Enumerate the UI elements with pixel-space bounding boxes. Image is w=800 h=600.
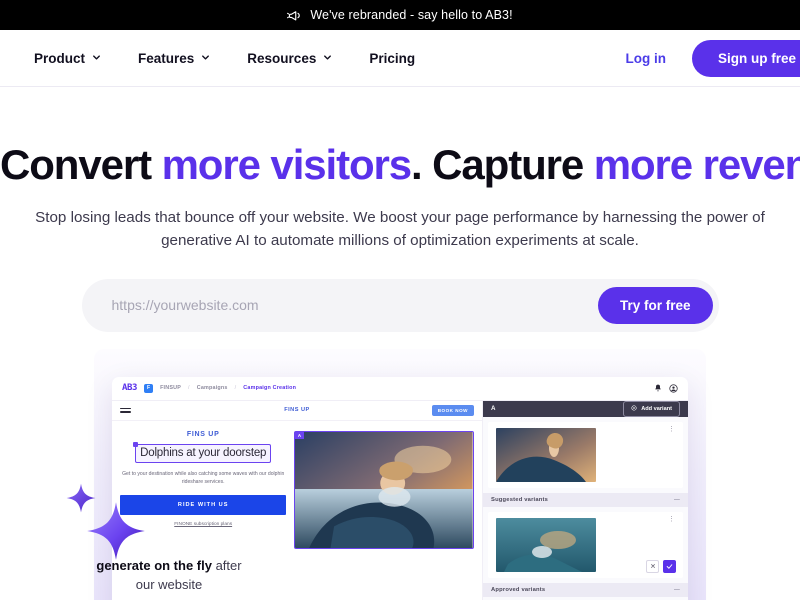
approve-variant-button[interactable]: [663, 559, 676, 573]
nav-item-label: Product: [34, 50, 86, 66]
megaphone-icon: [287, 8, 302, 23]
login-link[interactable]: Log in: [625, 51, 666, 66]
variants-panel: A Add variant ⋮ Suggested variants — ⋮ A…: [483, 400, 688, 600]
nav-item-resources[interactable]: Resources: [247, 51, 333, 66]
url-input-container: Try for free: [81, 278, 719, 332]
main-navigation: Product Features Resources Pricing Log i…: [0, 30, 800, 87]
app-topbar: AB3 F FINSUP / Campaigns / Campaign Crea…: [112, 377, 688, 401]
headline-part-1: Convert: [0, 141, 162, 188]
headline-part-3: . Capture: [411, 141, 594, 188]
nav-item-label: Resources: [247, 50, 317, 66]
hero-section: Convert more visitors. Capture more reve…: [0, 87, 800, 600]
section-header-suggested-variants[interactable]: Suggested variants —: [483, 492, 688, 507]
ab3-logo: AB3: [122, 383, 138, 394]
announcement-text: We've rebranded - say hello to AB3!: [310, 8, 513, 22]
section-title: Suggested variants: [491, 496, 549, 503]
preview-brand-label: FINS UP: [186, 430, 220, 438]
caption-bold: generate on the fly: [96, 557, 212, 573]
variant-actions: [646, 559, 676, 573]
breadcrumb-workspace[interactable]: FINSUP: [160, 385, 181, 391]
feature-caption: generate on the fly after our website: [54, 556, 284, 595]
breadcrumb-separator: /: [234, 385, 237, 392]
plus-circle-icon: [631, 405, 637, 413]
nav-item-label: Pricing: [369, 50, 416, 66]
nav-links: Product Features Resources Pricing: [34, 51, 415, 66]
caption-rest: after: [211, 557, 242, 573]
signup-button[interactable]: Sign up free: [691, 39, 800, 77]
chevron-down-icon: [200, 51, 211, 66]
try-for-free-button[interactable]: Try for free: [597, 286, 713, 324]
section-title: Approved variants: [491, 586, 546, 593]
url-form: Try for free: [0, 278, 800, 332]
dolphin-rider-photo: [295, 431, 473, 548]
announcement-bar[interactable]: We've rebranded - say hello to AB3!: [0, 0, 800, 30]
nav-actions: Log in Sign up free: [625, 30, 800, 86]
product-mockup: AB3 F FINSUP / Campaigns / Campaign Crea…: [66, 348, 706, 600]
avatar[interactable]: [669, 384, 678, 393]
selected-heading-element[interactable]: Dolphins at your doorstep: [133, 441, 272, 463]
add-variant-label: Add variant: [641, 405, 672, 412]
chevron-down-icon: [91, 51, 102, 66]
section-header-approved-variants[interactable]: Approved variants —: [483, 582, 688, 597]
preview-paragraph: Get to your destination while also catch…: [122, 470, 285, 486]
preview-site-title: FINS UP: [284, 407, 310, 414]
add-variant-button[interactable]: Add variant: [623, 400, 680, 417]
book-now-button[interactable]: BOOK NOW: [431, 404, 474, 416]
swimmer-photo: [496, 517, 596, 572]
breadcrumb-separator: /: [188, 385, 190, 392]
chevron-down-icon: [322, 51, 333, 66]
nav-item-label: Features: [138, 50, 195, 66]
hero-subheadline: Stop losing leads that bounce off your w…: [35, 208, 765, 250]
headline-part-2: more visitors: [161, 141, 413, 188]
kebab-menu-icon[interactable]: ⋮: [668, 426, 675, 433]
variants-panel-header: A Add variant: [483, 400, 688, 417]
variant-thumbnail: [496, 427, 596, 482]
preview-hero-image[interactable]: [294, 430, 474, 549]
kebab-menu-icon[interactable]: ⋮: [668, 516, 675, 523]
preview-site-header: FINS UP BOOK NOW: [112, 401, 482, 421]
workspace-chip: F: [144, 383, 154, 393]
headline-part-4: more revenue: [593, 141, 800, 188]
variant-card[interactable]: ⋮: [488, 511, 683, 578]
nav-item-product[interactable]: Product: [34, 51, 102, 66]
minus-icon[interactable]: —: [674, 497, 680, 503]
breadcrumb-campaigns[interactable]: Campaigns: [197, 385, 228, 391]
page-title: Convert more visitors. Capture more reve…: [0, 141, 800, 188]
preview-content: FINS UP Dolphins at your doorstep Get to…: [112, 421, 482, 549]
reject-variant-button[interactable]: [646, 559, 659, 573]
nav-item-features[interactable]: Features: [138, 51, 211, 66]
breadcrumb-current: Campaign Creation: [243, 385, 297, 392]
minus-icon[interactable]: —: [674, 587, 680, 593]
variant-card[interactable]: ⋮: [488, 421, 683, 488]
nav-item-pricing[interactable]: Pricing: [369, 51, 415, 66]
bell-icon[interactable]: [654, 384, 662, 392]
caption-line2: our website: [135, 577, 203, 593]
dolphin-rider-photo: [496, 427, 596, 482]
variant-group-label: A: [491, 405, 496, 413]
website-url-input[interactable]: [111, 297, 598, 314]
variant-thumbnail: [496, 517, 596, 572]
